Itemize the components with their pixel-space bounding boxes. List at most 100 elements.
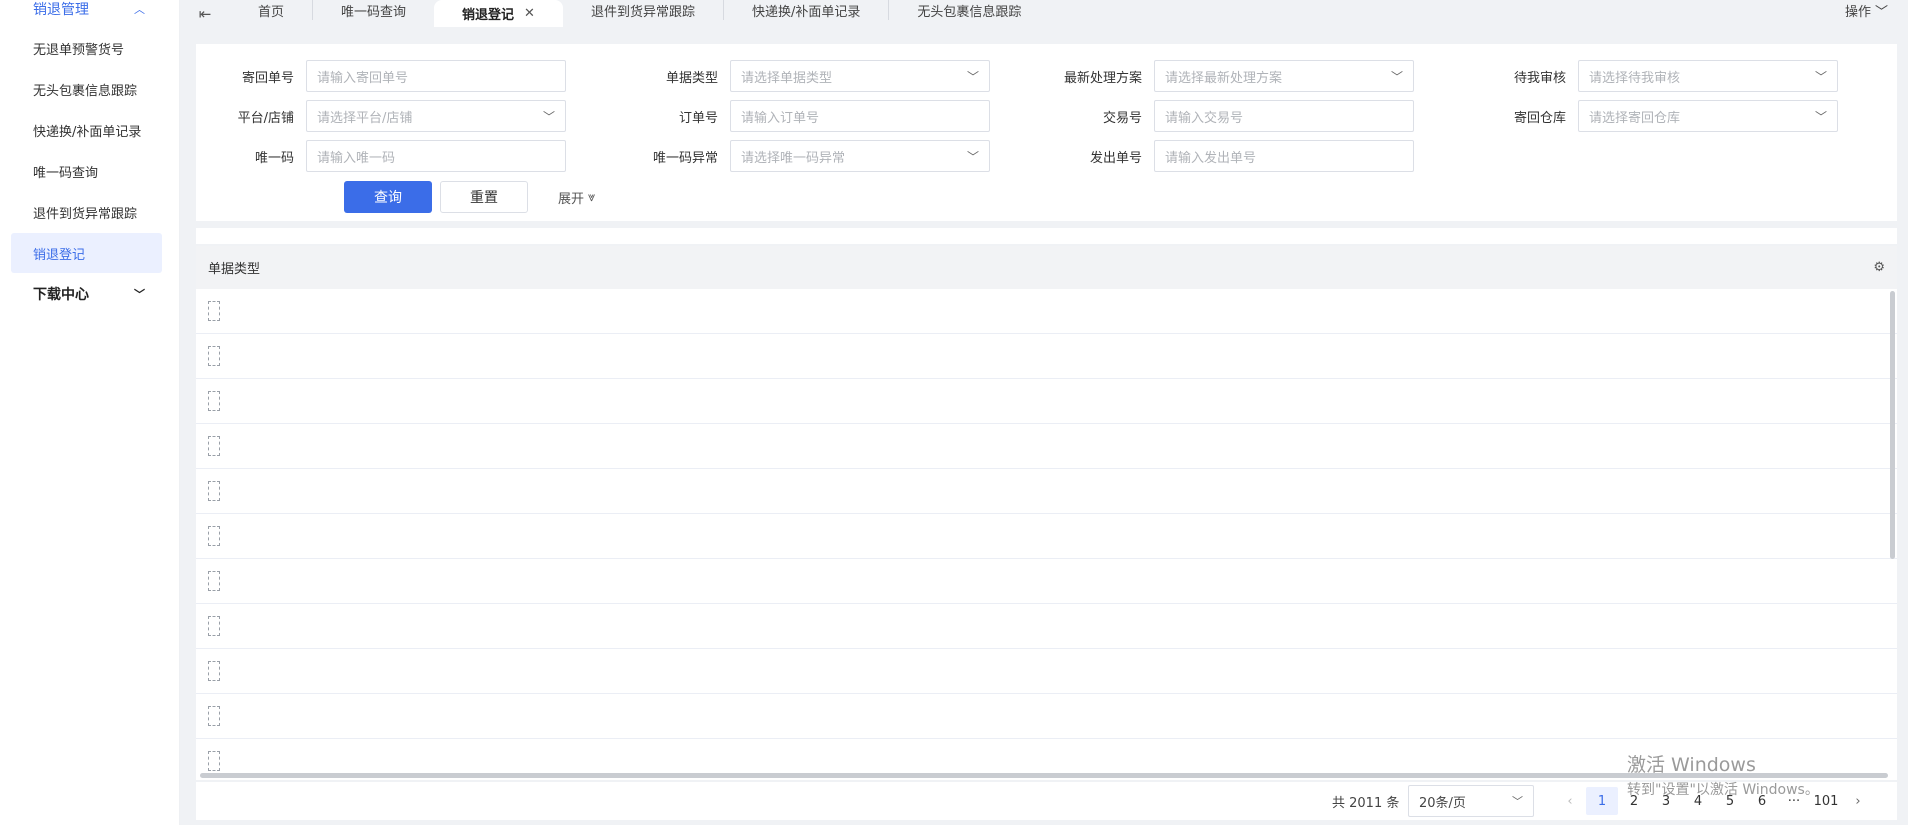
tab-express-waybill[interactable]: 快递换/补面单记录 [724,0,890,20]
row-checkbox[interactable] [208,301,220,321]
chevron-down-icon: ﹀ [1390,69,1403,84]
settings-icon[interactable]: ⚙ [1873,260,1885,275]
chevron-down-icon: ﹀ [966,69,979,84]
sidebar-item-no-return-alert[interactable]: 无退单预警货号 [11,28,162,68]
prev-page-icon[interactable]: ‹ [1554,787,1586,815]
tab-return-registration[interactable]: 销退登记 ✕ [434,0,563,27]
chevron-down-icon: ﹀ [134,288,145,301]
placeholder: 请选择待我审核 [1589,70,1681,86]
placeholder: 请选择单据类型 [741,70,833,86]
row-checkbox[interactable] [208,526,220,546]
my-review-select[interactable]: 请选择待我审核 ﹀ [1578,60,1838,92]
placeholder: 请选择寄回仓库 [1589,110,1681,126]
warehouse-select[interactable]: 请选择寄回仓库 ﹀ [1578,100,1838,132]
chevron-down-icon: ﹀ [1512,795,1523,808]
field-label: 唯一码 [254,150,294,166]
field-doc-type: 单据类型 请选择单据类型 ﹀ [620,60,990,92]
ship-no-input[interactable]: 请输入发出单号 [1154,140,1414,172]
unique-code-input[interactable]: 请输入唯一码 [306,140,566,172]
close-icon[interactable]: ✕ [524,6,535,21]
page-size-select[interactable]: 20条/页 ﹀ [1408,785,1534,817]
menu-group-return-management[interactable]: 销退管理 ︿ [0,0,179,18]
table-row [196,694,1897,739]
chevron-down-icon: ﹀ [542,109,555,124]
field-label: 订单号 [678,110,718,126]
latest-plan-select[interactable]: 请选择最新处理方案 ﹀ [1154,60,1414,92]
expand-label: 展开 [558,191,585,207]
sidebar-item-label: 无退单预警货号 [33,42,125,58]
tab-label: 销退登记 [462,8,515,23]
row-checkbox[interactable] [208,481,220,501]
row-checkbox[interactable] [208,346,220,366]
field-label: 平台/店铺 [237,110,294,126]
placeholder: 请输入发出单号 [1165,150,1257,166]
chevron-up-icon: ︿ [134,2,145,16]
row-checkbox[interactable] [208,571,220,591]
table-header: 单据类型 ⚙ [196,246,1897,289]
chevron-down-icon: ﹀ [1814,109,1827,124]
data-table: 单据类型 ⚙ [196,246,1897,780]
operations-menu[interactable]: 操作 ﹀ [1845,0,1888,20]
chevron-down-icon: ﹀ [1814,69,1827,84]
column-header-doc-type[interactable]: 单据类型 [208,258,260,277]
order-no-input[interactable]: 请输入订单号 [730,100,990,132]
placeholder: 请选择平台/店铺 [317,110,413,126]
table-row [196,559,1897,604]
sidebar-item-headless-package[interactable]: 无头包裹信息跟踪 [11,69,162,109]
row-checkbox[interactable] [208,616,220,636]
watermark-title: 激活 Windows [1627,754,1756,776]
sidebar-item-return-exception[interactable]: 退件到货异常跟踪 [11,192,162,232]
sidebar-item-return-registration[interactable]: 销退登记 [11,233,162,273]
field-trade-no: 交易号 请输入交易号 [1044,100,1414,132]
tab-unique-code-query[interactable]: 唯一码查询 [313,0,434,20]
field-return-no: 寄回单号 请输入寄回单号 [196,60,566,92]
chevron-down-icon: ﹀ [966,149,979,164]
expand-toggle[interactable]: 展开 ⩔ [558,181,595,213]
sidebar-item-label: 快递换/补面单记录 [33,124,142,140]
field-warehouse: 寄回仓库 请选择寄回仓库 ﹀ [1468,100,1838,132]
row-checkbox[interactable] [208,751,220,771]
menu-group-download-center[interactable]: 下载中心 ﹀ [0,274,179,314]
field-platform: 平台/店铺 请选择平台/店铺 ﹀ [196,100,566,132]
field-label: 发出单号 [1089,150,1142,166]
sidebar: 销退管理 ︿ 无退单预警货号 无头包裹信息跟踪 快递换/补面单记录 唯一码查询 … [0,0,180,825]
trade-no-input[interactable]: 请输入交易号 [1154,100,1414,132]
doc-type-select[interactable]: 请选择单据类型 ﹀ [730,60,990,92]
vertical-scrollbar[interactable] [1890,291,1895,559]
field-label: 单据类型 [665,70,718,86]
code-exception-select[interactable]: 请选择唯一码异常 ﹀ [730,140,990,172]
field-label: 待我审核 [1513,70,1566,86]
placeholder: 请输入唯一码 [317,150,396,166]
tab-headless-package[interactable]: 无头包裹信息跟踪 [889,0,1049,20]
reset-button[interactable]: 重置 [440,181,528,213]
sidebar-item-express-waybill[interactable]: 快递换/补面单记录 [11,110,162,150]
row-checkbox[interactable] [208,436,220,456]
sidebar-item-label: 唯一码查询 [33,165,99,181]
row-checkbox[interactable] [208,661,220,681]
table-row [196,424,1897,469]
next-page-icon[interactable]: › [1842,787,1874,815]
windows-activation-watermark: 激活 Windows 转到"设置"以激活 Windows。 [1627,750,1819,799]
return-no-input[interactable]: 请输入寄回单号 [306,60,566,92]
table-row [196,379,1897,424]
tab-return-exception[interactable]: 退件到货异常跟踪 [563,0,724,20]
field-label: 交易号 [1102,110,1142,126]
field-label: 最新处理方案 [1063,70,1142,86]
collapse-menu-icon[interactable]: ⇤ [180,0,230,27]
tab-home[interactable]: 首页 [230,0,314,20]
query-button[interactable]: 查询 [344,181,432,213]
table-row [196,334,1897,379]
menu-group-label: 销退管理 [33,1,89,18]
table-row [196,469,1897,514]
table-row [196,649,1897,694]
menu-group-label: 下载中心 [33,287,89,303]
field-code-exception: 唯一码异常 请选择唯一码异常 ﹀ [620,140,990,172]
table-row [196,289,1897,334]
table-row [196,604,1897,649]
row-checkbox[interactable] [208,391,220,411]
sidebar-item-unique-code-query[interactable]: 唯一码查询 [11,151,162,191]
tab-label: 首页 [258,4,285,20]
platform-select[interactable]: 请选择平台/店铺 ﹀ [306,100,566,132]
row-checkbox[interactable] [208,706,220,726]
page-1[interactable]: 1 [1586,787,1618,815]
